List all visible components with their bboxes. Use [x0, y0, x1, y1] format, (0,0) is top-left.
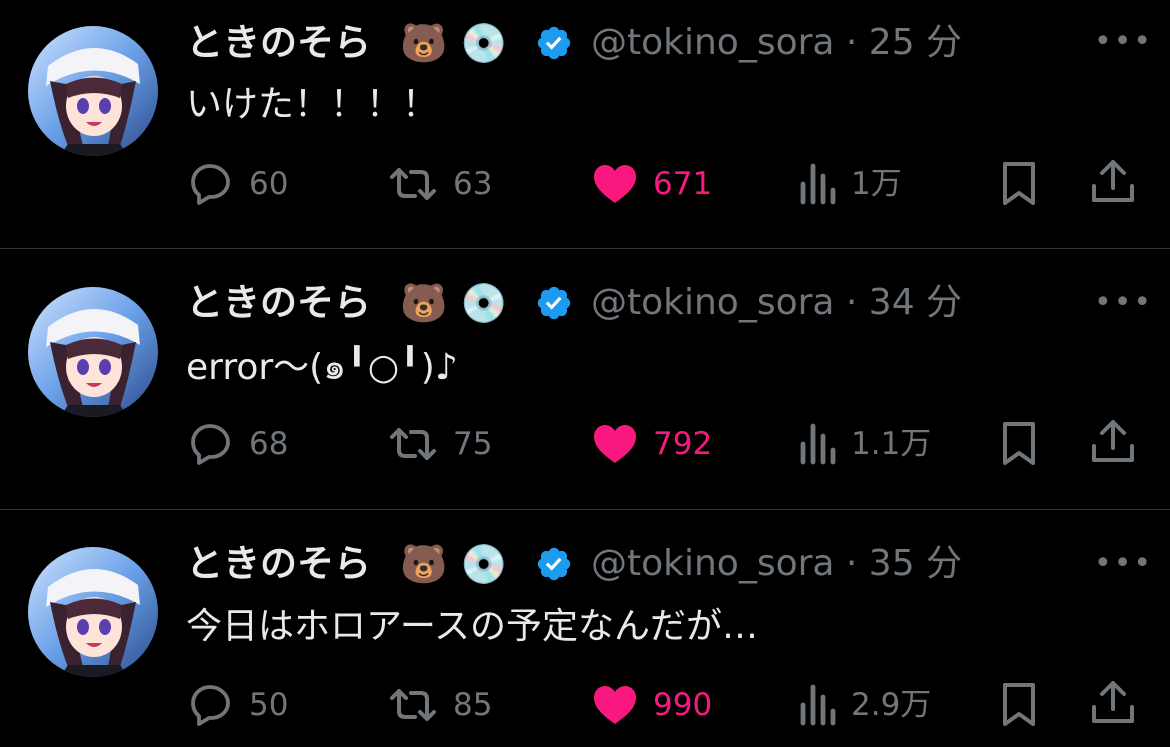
more-icon[interactable]: ••• [1094, 27, 1153, 57]
heart-icon [594, 165, 636, 203]
verified-badge-icon [535, 284, 573, 322]
reply-count: 50 [249, 687, 289, 723]
retweet-button[interactable]: 75 [387, 422, 492, 466]
display-name[interactable]: ときのそら [186, 20, 371, 66]
like-button[interactable]: 671 [591, 162, 712, 206]
reply-button[interactable]: 50 [187, 683, 288, 727]
bear-emoji: 🐻 [400, 281, 448, 325]
reply-button[interactable]: 68 [187, 422, 288, 466]
verified-badge-icon [535, 545, 573, 583]
tweet[interactable]: ときのそら 🐻 💿 @tokino_sora · 25 分 ••• いけた！！！… [0, 0, 1170, 248]
handle-and-time[interactable]: @tokino_sora · 35 分 [591, 541, 962, 587]
retweet-icon [390, 168, 436, 200]
views-icon [800, 684, 836, 726]
view-count: 1万 [851, 166, 902, 202]
like-button[interactable]: 990 [591, 683, 712, 727]
share-icon[interactable] [1090, 679, 1136, 727]
reply-icon [191, 164, 230, 205]
disc-emoji: 💿 [460, 21, 508, 65]
views-icon [800, 423, 836, 465]
view-count: 1.1万 [851, 426, 932, 462]
share-icon[interactable] [1090, 418, 1136, 466]
display-name[interactable]: ときのそら [186, 280, 371, 326]
share-icon[interactable] [1090, 158, 1136, 206]
views-icon [800, 163, 836, 205]
like-count: 671 [653, 166, 713, 202]
avatar[interactable] [28, 547, 158, 677]
views-button[interactable]: 1万 [797, 162, 902, 206]
bear-emoji: 🐻 [400, 21, 448, 65]
avatar[interactable] [28, 26, 158, 156]
bookmark-icon[interactable] [999, 160, 1039, 208]
bear-emoji: 🐻 [400, 542, 448, 586]
tweet[interactable]: ときのそら 🐻 💿 @tokino_sora · 35 分 ••• 今日はホロア… [0, 510, 1170, 747]
retweet-icon [390, 689, 436, 721]
retweet-icon [390, 428, 436, 460]
disc-emoji: 💿 [460, 542, 508, 586]
like-count: 990 [653, 687, 713, 723]
views-button[interactable]: 1.1万 [797, 422, 931, 466]
handle-and-time[interactable]: @tokino_sora · 34 分 [591, 280, 962, 326]
reply-button[interactable]: 60 [187, 162, 288, 206]
tweet-text: 今日はホロアースの予定なんだが… [186, 606, 759, 647]
retweet-count: 75 [453, 426, 493, 462]
retweet-button[interactable]: 85 [387, 683, 492, 727]
heart-icon [594, 686, 636, 724]
handle-and-time[interactable]: @tokino_sora · 25 分 [591, 20, 962, 66]
retweet-count: 63 [453, 166, 493, 202]
tweet[interactable]: ときのそら 🐻 💿 @tokino_sora · 34 分 ••• error〜… [0, 249, 1170, 509]
tweet-text: error〜(๑╹○╹)♪ [186, 347, 458, 388]
retweet-button[interactable]: 63 [387, 162, 492, 206]
tweet-text: いけた！！！！ [186, 84, 439, 125]
like-count: 792 [653, 426, 713, 462]
display-name[interactable]: ときのそら [186, 541, 371, 587]
bookmark-icon[interactable] [999, 681, 1039, 729]
views-button[interactable]: 2.9万 [797, 683, 931, 727]
more-icon[interactable]: ••• [1094, 549, 1153, 579]
view-count: 2.9万 [851, 687, 932, 723]
reply-count: 60 [249, 166, 289, 202]
bookmark-icon[interactable] [999, 420, 1039, 468]
like-button[interactable]: 792 [591, 422, 712, 466]
retweet-count: 85 [453, 687, 493, 723]
heart-icon [594, 425, 636, 463]
reply-count: 68 [249, 426, 289, 462]
avatar[interactable] [28, 287, 158, 417]
verified-badge-icon [535, 24, 573, 62]
reply-icon [191, 685, 230, 726]
more-icon[interactable]: ••• [1094, 288, 1153, 318]
disc-emoji: 💿 [460, 281, 508, 325]
reply-icon [191, 424, 230, 465]
